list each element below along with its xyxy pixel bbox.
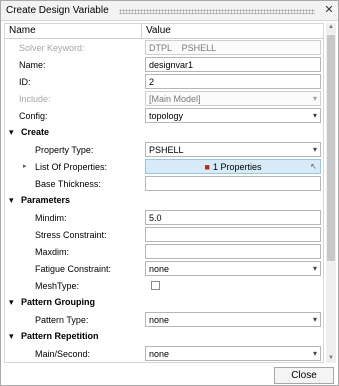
name-row: Name: designvar1 (5, 56, 323, 73)
include-row: Include: [Main Model] (5, 90, 323, 107)
pointer-icon: ↖ (310, 162, 317, 171)
list-of-properties-row: ▸ List Of Properties: ■ 1 Properties ↖ (5, 158, 323, 175)
title-bar[interactable]: Create Design Variable ✕ (1, 1, 338, 21)
meshtype-label: MeshType: (35, 281, 80, 291)
config-label: Config: (19, 111, 48, 121)
meshtype-checkbox[interactable] (151, 281, 160, 290)
expand-icon[interactable]: ▸ (23, 162, 27, 170)
config-row: Config: topology (5, 107, 323, 124)
vertical-scrollbar[interactable]: ▲ ▼ (326, 23, 336, 363)
create-section-header[interactable]: ▾ Create (5, 124, 323, 141)
properties-count: 1 Properties (212, 162, 262, 172)
maxdim-field[interactable] (145, 244, 321, 259)
properties-selector-button[interactable]: ■ 1 Properties ↖ (145, 159, 321, 174)
main-second-label: Main/Second: (35, 349, 91, 359)
maxdim-row: Maxdim: (5, 243, 323, 260)
stress-constraint-row: Stress Constraint: (5, 226, 323, 243)
id-row: ID: 2 (5, 73, 323, 90)
create-design-variable-dialog: Create Design Variable ✕ Name Value Solv… (0, 0, 339, 386)
meshtype-row: MeshType: (5, 277, 323, 294)
pattern-repetition-section-header[interactable]: ▾ Pattern Repetition (5, 328, 323, 345)
properties-grid: Name Value Solver Keyword: DTPL PSHELL N… (4, 23, 324, 363)
main-second-row: Main/Second: none (5, 345, 323, 362)
id-label: ID: (19, 77, 31, 87)
scroll-up-icon[interactable]: ▲ (326, 23, 336, 32)
base-thickness-row: Base Thickness: (5, 175, 323, 192)
close-icon[interactable]: ✕ (323, 4, 335, 17)
scroll-down-icon[interactable]: ▼ (326, 354, 336, 363)
stress-constraint-field[interactable] (145, 227, 321, 242)
value-column-header: Value (146, 25, 171, 36)
maxdim-label: Maxdim: (35, 247, 70, 257)
stress-constraint-label: Stress Constraint: (35, 230, 107, 240)
pattern-repetition-section-title: Pattern Repetition (21, 331, 99, 341)
pattern-grouping-section-title: Pattern Grouping (21, 297, 95, 307)
collapse-icon[interactable]: ▾ (9, 297, 14, 308)
dialog-title: Create Design Variable (6, 5, 109, 16)
base-thickness-label: Base Thickness: (35, 179, 101, 189)
property-type-dropdown[interactable]: PSHELL (145, 142, 321, 157)
base-thickness-field[interactable] (145, 176, 321, 191)
close-button[interactable]: Close (274, 367, 334, 384)
pattern-grouping-section-header[interactable]: ▾ Pattern Grouping (5, 294, 323, 311)
mindim-row: Mindim: 5.0 (5, 209, 323, 226)
grid-header: Name Value (5, 24, 323, 39)
mindim-field[interactable]: 5.0 (145, 210, 321, 225)
column-divider[interactable] (141, 24, 142, 39)
pattern-type-label: Pattern Type: (35, 315, 89, 325)
pattern-type-row: Pattern Type: none (5, 311, 323, 328)
fatigue-constraint-dropdown[interactable]: none (145, 261, 321, 276)
pattern-type-dropdown[interactable]: none (145, 312, 321, 327)
property-type-label: Property Type: (35, 145, 94, 155)
scrollbar-thumb[interactable] (327, 35, 335, 261)
main-second-dropdown[interactable]: none (145, 346, 321, 361)
collapse-icon[interactable]: ▾ (9, 331, 14, 342)
mindim-label: Mindim: (35, 213, 67, 223)
config-dropdown[interactable]: topology (145, 108, 321, 123)
name-field[interactable]: designvar1 (145, 57, 321, 72)
collapse-icon[interactable]: ▾ (9, 127, 14, 138)
name-label: Name: (19, 60, 46, 70)
parameters-section-header[interactable]: ▾ Parameters (5, 192, 323, 209)
properties-icon: ■ (204, 162, 210, 172)
solver-keyword-label: Solver Keyword: (19, 43, 85, 53)
property-type-row: Property Type: PSHELL (5, 141, 323, 158)
list-of-properties-label: List Of Properties: (35, 162, 108, 172)
collapse-icon[interactable]: ▾ (9, 195, 14, 206)
include-label: Include: (19, 94, 51, 104)
drag-grip[interactable] (119, 9, 315, 14)
id-field[interactable]: 2 (145, 74, 321, 89)
fatigue-constraint-label: Fatigue Constraint: (35, 264, 112, 274)
solver-keyword-row: Solver Keyword: DTPL PSHELL (5, 39, 323, 56)
create-section-title: Create (21, 127, 50, 137)
name-column-header: Name (9, 25, 36, 36)
fatigue-constraint-row: Fatigue Constraint: none (5, 260, 323, 277)
include-dropdown: [Main Model] (145, 91, 321, 106)
parameters-section-title: Parameters (21, 195, 71, 205)
solver-keyword-value: DTPL PSHELL (145, 40, 321, 55)
